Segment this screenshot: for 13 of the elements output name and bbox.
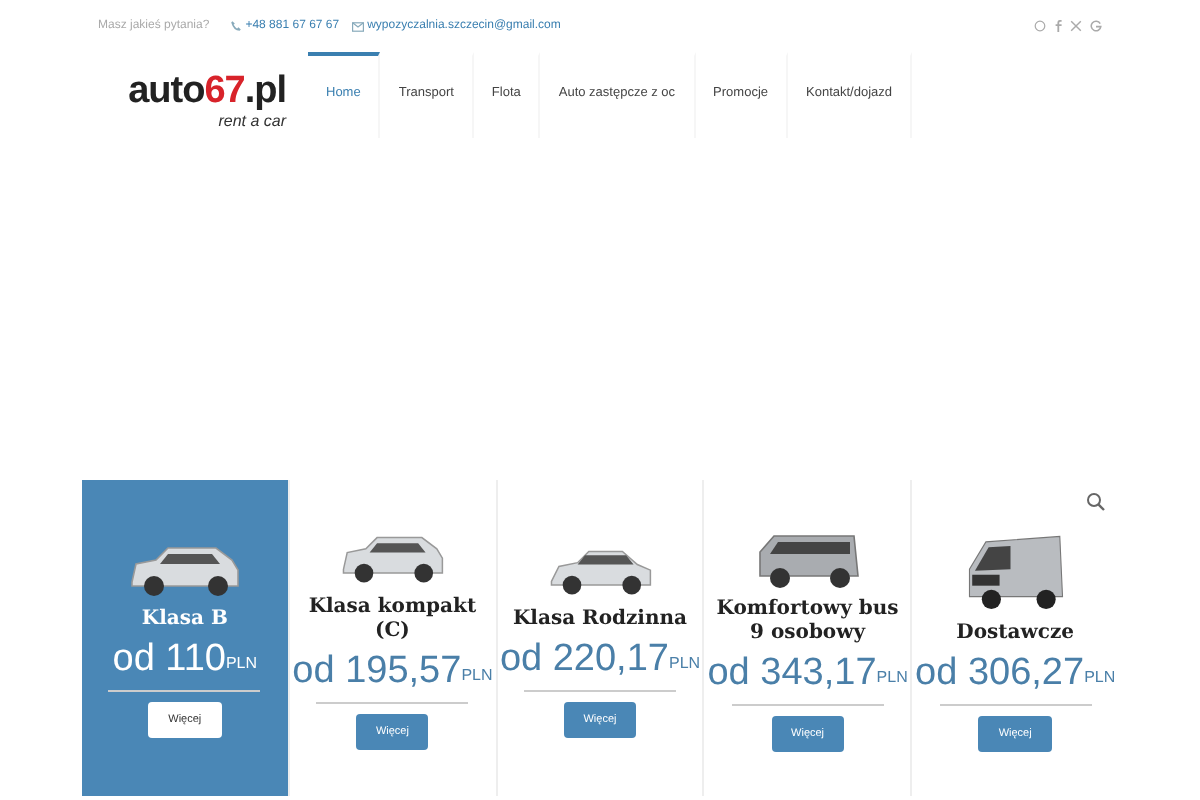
- card-title: Komfortowy bus 9 osobowy: [714, 598, 901, 646]
- facebook-icon[interactable]: [1054, 20, 1062, 32]
- card-title: Dostawcze: [956, 622, 1074, 646]
- card-title: Klasa kompakt (C): [306, 596, 479, 644]
- site-logo[interactable]: auto67.pl rent a car: [98, 72, 286, 130]
- card-title: Klasa Rodzinna: [512, 608, 687, 632]
- phone-icon: [229, 20, 242, 32]
- chat-icon[interactable]: [1034, 20, 1046, 32]
- x-icon[interactable]: [1070, 20, 1082, 32]
- search-icon[interactable]: [1085, 488, 1106, 508]
- mail-icon: [351, 21, 364, 31]
- google-icon[interactable]: [1090, 20, 1102, 32]
- card-title: Klasa B: [141, 608, 228, 632]
